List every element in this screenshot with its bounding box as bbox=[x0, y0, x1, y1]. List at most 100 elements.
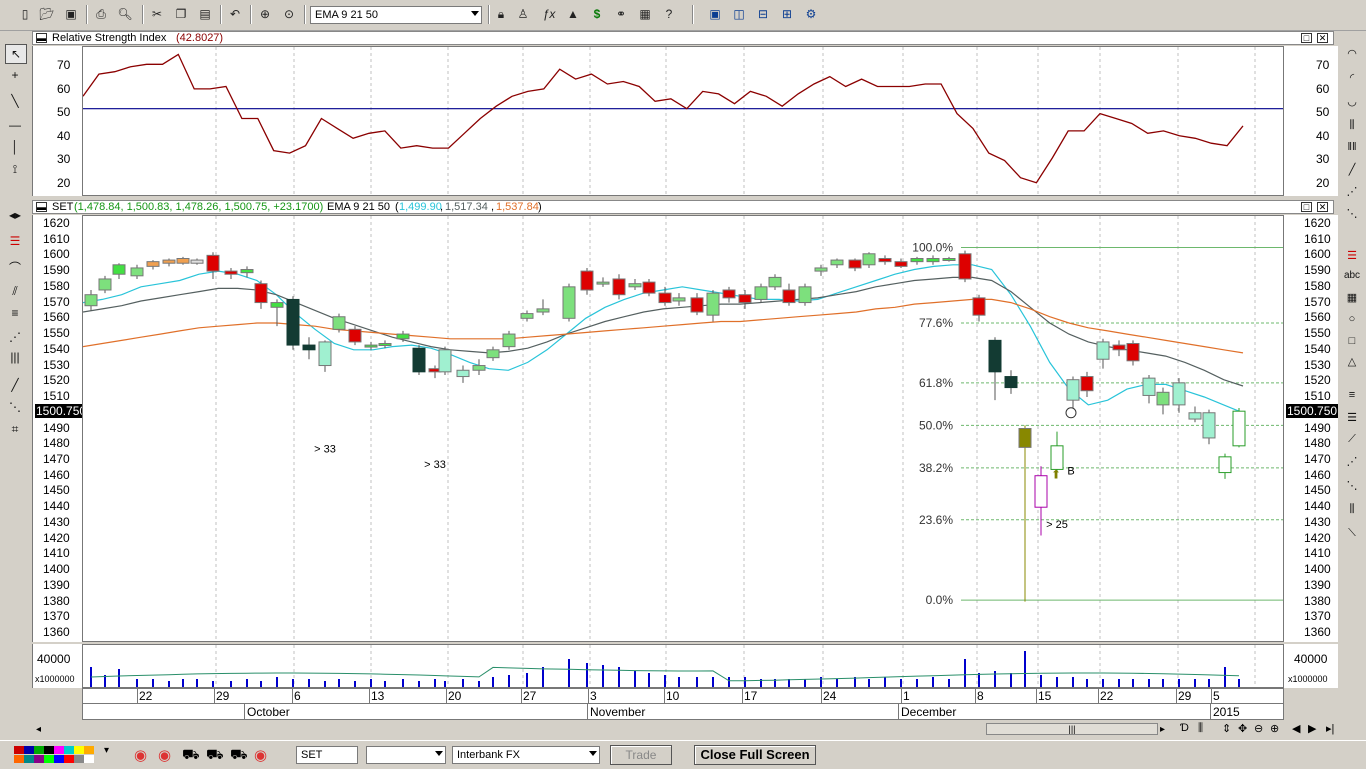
trendline-icon[interactable]: ╲ bbox=[5, 92, 25, 110]
arc-icon[interactable]: ⌒ bbox=[5, 258, 25, 276]
scrollbar-thumb[interactable]: ||| bbox=[986, 723, 1158, 735]
arc-tool-icon[interactable]: ◠ bbox=[1341, 44, 1363, 62]
color-palette[interactable] bbox=[14, 746, 98, 763]
rectangle-shape-icon[interactable]: □ bbox=[1341, 332, 1363, 350]
formula-icon[interactable]: ƒx bbox=[540, 5, 558, 23]
price-plot[interactable]: 100.0% 77.6% 61.8% 50.0% 38.2% 23.6% 0.0% > 33 >… bbox=[82, 215, 1286, 642]
pattern-icon[interactable]: ⌗ bbox=[5, 420, 25, 438]
left-drawing-toolbar: ↖ + ╲ — │ ⟟ ◂▸ ☰ ⌒ ⫽ ≡ ⋰ ||| ╱ ⋱ ⌗ bbox=[0, 40, 30, 740]
zoom-out-icon[interactable]: ⊖ bbox=[1254, 722, 1263, 735]
horizontal-scrollbar[interactable]: ◂ ||| ▸ Ɗ ⫼ ⇕ ✥ ⊖ ⊕ ◀ ▶ ▸| bbox=[32, 722, 1338, 738]
price-maximize-icon[interactable]: □ bbox=[1301, 202, 1312, 212]
new-file-icon[interactable]: ▯ bbox=[16, 5, 34, 23]
time-zones-icon[interactable]: ||| bbox=[5, 348, 25, 366]
close-full-screen-button[interactable]: Close Full Screen bbox=[694, 745, 816, 765]
triangle-icon[interactable]: ▲ bbox=[564, 5, 582, 23]
cut-icon[interactable]: ✂ bbox=[148, 5, 166, 23]
tile-vertical-icon[interactable]: ◫ bbox=[730, 5, 748, 23]
horizontal-line-icon[interactable]: — bbox=[5, 116, 25, 134]
gann-fan-icon[interactable]: ⋱ bbox=[5, 398, 25, 416]
dollar-icon[interactable]: $ bbox=[588, 5, 606, 23]
ellipse-tool-icon[interactable]: ◜ bbox=[1341, 68, 1363, 86]
print-icon[interactable]: ⎙ bbox=[92, 5, 110, 23]
table-tool-icon[interactable]: ▦ bbox=[1341, 288, 1363, 306]
print-preview-icon[interactable]: 🔍︎ bbox=[116, 5, 134, 23]
copy-icon[interactable]: ❐ bbox=[172, 5, 190, 23]
fib-retracement-icon[interactable]: ≡ bbox=[5, 304, 25, 322]
paste-icon[interactable]: ▤ bbox=[196, 5, 214, 23]
prev-page-icon[interactable]: ◀ bbox=[1292, 722, 1300, 735]
move-vertical-icon[interactable]: ⇕ bbox=[1222, 722, 1231, 735]
trade-button[interactable]: Trade bbox=[610, 745, 672, 765]
flag-icon[interactable]: ☰ bbox=[5, 232, 25, 250]
fib-ext-icon[interactable]: ☰ bbox=[1341, 408, 1363, 426]
zoom-in-icon[interactable]: ⊕ bbox=[1270, 722, 1279, 735]
rsi-panel-menu-icon[interactable]: ▬ bbox=[36, 33, 47, 43]
browser-icon[interactable]: ◉ bbox=[158, 746, 171, 764]
ellipse-shape-icon[interactable]: ○ bbox=[1341, 310, 1363, 328]
rsi-plot[interactable] bbox=[82, 46, 1286, 196]
channel-icon[interactable]: ⫽ bbox=[5, 282, 25, 300]
person-icon[interactable]: ♙ bbox=[514, 5, 532, 23]
vertical-line-icon[interactable]: │ bbox=[5, 138, 25, 156]
symbol-input[interactable]: SET bbox=[296, 746, 358, 764]
ray-tool-icon[interactable]: ⟍ bbox=[1341, 524, 1363, 542]
binoculars-icon[interactable]: ⚭ bbox=[612, 5, 630, 23]
crosshair-tool-icon[interactable]: + bbox=[5, 66, 25, 84]
cycle-tool-icon[interactable]: ◡ bbox=[1341, 92, 1363, 110]
time-lines-icon[interactable]: ‖‖ bbox=[1341, 138, 1363, 156]
fib-levels-icon[interactable]: ≡ bbox=[1341, 386, 1363, 404]
rsi-maximize-icon[interactable]: □ bbox=[1301, 33, 1312, 43]
triangle-shape-icon[interactable]: △ bbox=[1341, 352, 1363, 370]
undo-icon[interactable]: ↶ bbox=[226, 5, 244, 23]
zoom-icon[interactable]: ⊙ bbox=[280, 5, 298, 23]
browser-icon[interactable]: ◉ bbox=[134, 746, 147, 764]
browser-icon[interactable]: ◉ bbox=[254, 746, 267, 764]
feed-combo[interactable]: Interbank FX bbox=[452, 746, 600, 764]
pointer-icon[interactable]: ↖ bbox=[5, 44, 27, 64]
speed-fan-icon[interactable]: ⋱ bbox=[1341, 476, 1363, 494]
scroll-left-icon[interactable]: ◂ bbox=[36, 724, 41, 735]
car-icon[interactable]: ⛟ bbox=[230, 746, 248, 765]
scroll-right-icon[interactable]: ▸ bbox=[1160, 724, 1165, 735]
rsi-close-icon[interactable]: ✕ bbox=[1317, 33, 1328, 43]
flag-tool-icon[interactable]: ☰ bbox=[1341, 246, 1363, 264]
ray-icon[interactable]: ╱ bbox=[5, 376, 25, 394]
indicator-combo[interactable]: EMA 9 21 50 bbox=[310, 6, 482, 24]
tile-grid-icon[interactable]: ⊞ bbox=[778, 5, 796, 23]
car-icon[interactable]: ⛟ bbox=[206, 746, 224, 765]
andrews-icon[interactable]: ⟋ bbox=[1341, 430, 1363, 448]
save-icon[interactable]: ▣ bbox=[62, 5, 80, 23]
end-page-icon[interactable]: ▸| bbox=[1326, 722, 1334, 735]
diagonal-tool-icon[interactable]: ╱ bbox=[1341, 160, 1363, 178]
fib-fan-icon[interactable]: ⋰ bbox=[5, 328, 25, 346]
tile-horizontal-icon[interactable]: ⊟ bbox=[754, 5, 772, 23]
chart-type-icon[interactable]: ⫼ bbox=[1198, 722, 1203, 735]
help-icon[interactable]: ? bbox=[660, 5, 678, 23]
lock-icon[interactable]: 🔒︎ bbox=[492, 5, 510, 23]
price-panel-menu-icon[interactable]: ▬ bbox=[36, 202, 47, 212]
settings-icon[interactable]: ⚙ bbox=[802, 5, 820, 23]
scroll-arrows-icon[interactable]: ◂▸ bbox=[5, 206, 25, 224]
parallel-lines-icon[interactable]: ⫼ bbox=[1341, 116, 1363, 134]
cycle-lines-icon[interactable]: ⫼ bbox=[1341, 500, 1363, 518]
volume-plot[interactable] bbox=[82, 644, 1286, 688]
text-tool-icon[interactable]: abc bbox=[1341, 266, 1363, 284]
daily-period-icon[interactable]: Ɗ bbox=[1180, 722, 1189, 734]
fan-icon[interactable]: ⋰ bbox=[1341, 452, 1363, 470]
open-folder-icon[interactable]: 📂︎ bbox=[38, 5, 56, 23]
car-icon[interactable]: ⛟ bbox=[182, 746, 200, 765]
move-all-icon[interactable]: ✥ bbox=[1238, 722, 1247, 735]
crosshair-icon[interactable]: ⊕ bbox=[256, 5, 274, 23]
fibonacci-arc-icon[interactable]: ⟟ bbox=[5, 160, 25, 178]
news-icon[interactable]: ▦ bbox=[636, 5, 654, 23]
palette-dropdown-icon[interactable]: ▾ bbox=[104, 745, 109, 756]
price-close-icon[interactable]: ✕ bbox=[1317, 202, 1328, 212]
next-page-icon[interactable]: ▶ bbox=[1308, 722, 1316, 735]
rsi-tick-label: 30 bbox=[57, 152, 71, 166]
window-cascade-icon[interactable]: ▣ bbox=[706, 5, 724, 23]
period-combo[interactable] bbox=[366, 746, 446, 764]
speed-lines-icon[interactable]: ⋰ bbox=[1341, 182, 1363, 200]
gann-tool-icon[interactable]: ⋱ bbox=[1341, 204, 1363, 222]
fib-level-label: 23.6% bbox=[919, 513, 953, 527]
